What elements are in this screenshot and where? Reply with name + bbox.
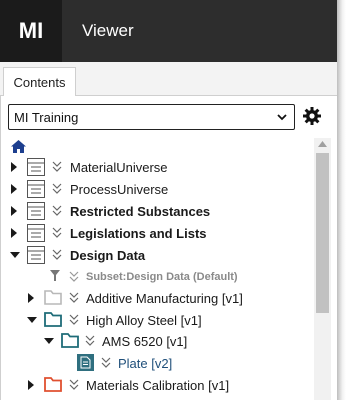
expand-all-icon[interactable] xyxy=(52,227,62,239)
tree-item-label: Restricted Substances xyxy=(70,204,211,219)
window-edge-shadow xyxy=(337,0,346,400)
app-title: Viewer xyxy=(82,21,134,40)
expand-caret-icon[interactable] xyxy=(11,162,17,172)
tree-item-label: Design Data xyxy=(70,248,146,263)
tree-item-materialuniverse[interactable]: MaterialUniverse xyxy=(0,156,312,178)
expand-all-icon[interactable] xyxy=(52,249,62,261)
expand-caret-icon[interactable] xyxy=(11,228,17,238)
chevron-down-icon xyxy=(277,114,287,121)
collapse-caret-icon[interactable] xyxy=(10,252,20,258)
tree-item-label: High Alloy Steel [v1] xyxy=(86,313,202,328)
tree-item-plate[interactable]: Plate [v2] xyxy=(0,352,312,374)
tree-item-label: Additive Manufacturing [v1] xyxy=(86,291,243,306)
record-icon xyxy=(77,354,94,371)
folder-icon xyxy=(44,377,62,392)
folder-icon xyxy=(61,333,79,348)
scrollbar-thumb[interactable] xyxy=(316,153,329,313)
database-icon xyxy=(27,202,45,220)
expand-all-icon[interactable] xyxy=(101,357,111,369)
tree-item-label: Materials Calibration [v1] xyxy=(86,378,230,393)
tree-item-restricted-substances[interactable]: Restricted Substances xyxy=(0,200,312,222)
expand-all-icon[interactable] xyxy=(69,271,79,283)
expand-caret-icon[interactable] xyxy=(28,293,34,303)
tree-item-subset[interactable]: Subset:Design Data (Default) xyxy=(0,266,312,288)
tab-strip: Contents xyxy=(0,62,337,96)
tree-item-materials-calibration[interactable]: Materials Calibration [v1] xyxy=(0,374,312,396)
expand-all-icon[interactable] xyxy=(85,335,95,347)
collapse-caret-icon[interactable] xyxy=(27,317,37,323)
top-bar: MI Viewer xyxy=(0,0,337,62)
filter-icon xyxy=(50,270,60,281)
database-icon xyxy=(27,224,45,242)
tree-item-design-data[interactable]: Design Data xyxy=(0,244,312,266)
expand-all-icon[interactable] xyxy=(52,205,62,217)
collapse-caret-icon[interactable] xyxy=(44,338,54,344)
expand-caret-icon[interactable] xyxy=(11,184,17,194)
tree-item-label: Subset:Design Data (Default) xyxy=(86,271,238,283)
tree-item-label: Legislations and Lists xyxy=(70,226,207,241)
mi-logo[interactable]: MI xyxy=(0,0,62,62)
database-icon xyxy=(27,158,45,176)
expand-all-icon[interactable] xyxy=(69,379,79,391)
tree-item-legislations-and-lists[interactable]: Legislations and Lists xyxy=(0,222,312,244)
tab-contents[interactable]: Contents xyxy=(3,67,76,96)
tree-item-label[interactable]: Plate [v2] xyxy=(118,356,172,371)
folder-icon xyxy=(44,312,62,327)
database-select[interactable]: MI Training xyxy=(8,104,295,130)
home-icon[interactable] xyxy=(11,140,26,153)
database-icon xyxy=(27,180,45,198)
scroll-up-arrow-icon[interactable] xyxy=(318,141,327,147)
tree-item-label: AMS 6520 [v1] xyxy=(102,334,188,349)
database-icon xyxy=(27,246,45,264)
tree-item-additive-manufacturing[interactable]: Additive Manufacturing [v1] xyxy=(0,287,312,309)
expand-caret-icon[interactable] xyxy=(11,206,17,216)
expand-all-icon[interactable] xyxy=(69,292,79,304)
tree-item-high-alloy-steel[interactable]: High Alloy Steel [v1] xyxy=(0,309,312,331)
expand-all-icon[interactable] xyxy=(69,314,79,326)
database-select-value: MI Training xyxy=(14,110,79,125)
tree-item-label: ProcessUniverse xyxy=(70,182,169,197)
expand-caret-icon[interactable] xyxy=(28,380,34,390)
expand-all-icon[interactable] xyxy=(52,161,62,173)
folder-icon xyxy=(44,290,62,305)
tree-item-processuniverse[interactable]: ProcessUniverse xyxy=(0,178,312,200)
gear-icon[interactable] xyxy=(302,106,322,126)
tree-item-ams-6520[interactable]: AMS 6520 [v1] xyxy=(0,330,312,352)
expand-all-icon[interactable] xyxy=(52,183,62,195)
tree-item-label: MaterialUniverse xyxy=(70,160,168,175)
